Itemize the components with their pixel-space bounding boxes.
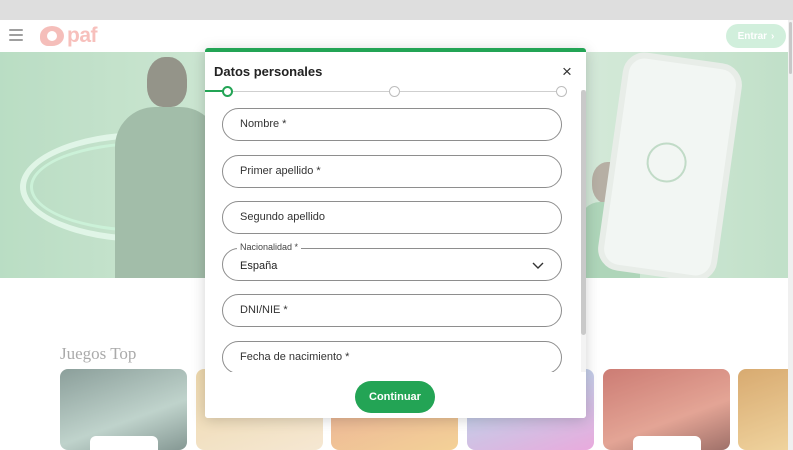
nationality-value: España bbox=[240, 260, 278, 272]
second-surname-field[interactable]: Segundo apellido bbox=[222, 201, 562, 234]
step-1-dot bbox=[222, 86, 233, 97]
first-name-placeholder: Nombre * bbox=[240, 118, 287, 130]
modal-footer: Continuar bbox=[205, 372, 586, 418]
modal-title: Datos personales bbox=[214, 64, 323, 79]
modal-scrollbar[interactable] bbox=[581, 90, 586, 372]
first-name-field[interactable]: Nombre * bbox=[222, 108, 562, 141]
continue-button[interactable]: Continuar bbox=[355, 381, 435, 413]
nationality-label: Nacionalidad * bbox=[237, 242, 302, 252]
stepper-line bbox=[233, 91, 389, 92]
first-surname-field[interactable]: Primer apellido * bbox=[222, 155, 562, 188]
browser-top-strip bbox=[0, 0, 793, 20]
nationality-select[interactable]: Nacionalidad * España bbox=[222, 242, 562, 281]
form-area: Nombre * Primer apellido * Segundo apell… bbox=[205, 102, 580, 372]
chevron-down-icon bbox=[532, 262, 544, 269]
dni-nie-field[interactable]: DNI/NIE * bbox=[222, 294, 562, 327]
step-3-dot bbox=[556, 86, 567, 97]
stepper-line bbox=[400, 91, 556, 92]
second-surname-placeholder: Segundo apellido bbox=[240, 211, 326, 223]
birth-date-placeholder: Fecha de nacimiento * bbox=[240, 351, 350, 363]
birth-date-field[interactable]: Fecha de nacimiento * bbox=[222, 341, 562, 372]
dni-nie-placeholder: DNI/NIE * bbox=[240, 304, 288, 316]
first-surname-placeholder: Primer apellido * bbox=[240, 165, 321, 177]
personal-data-modal: Datos personales × Nombre * Primer apell… bbox=[205, 48, 586, 418]
close-icon[interactable]: × bbox=[559, 63, 575, 80]
progress-stepper bbox=[205, 85, 586, 99]
step-2-dot bbox=[389, 86, 400, 97]
page-scrollbar[interactable] bbox=[788, 20, 793, 450]
